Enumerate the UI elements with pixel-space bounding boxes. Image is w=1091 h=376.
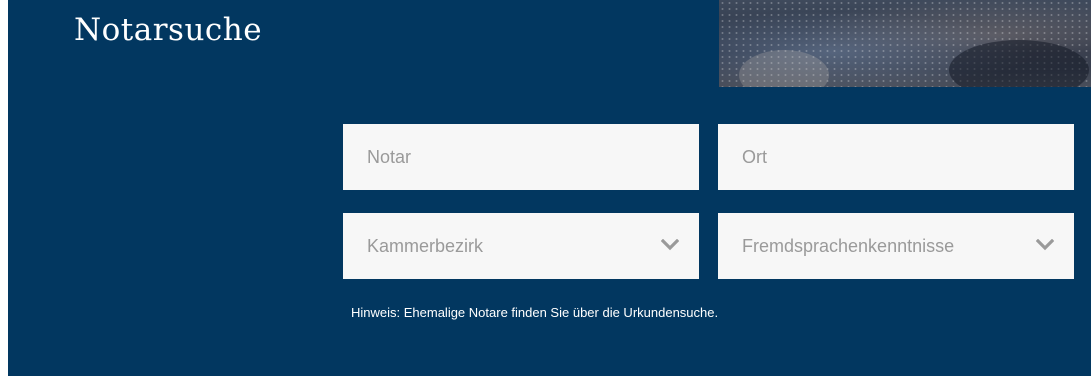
chevron-down-icon: [661, 239, 679, 251]
kammerbezirk-select-value: Kammerbezirk: [367, 236, 484, 256]
chevron-down-icon: [1036, 239, 1054, 251]
hint-text: Hinweis: Ehemalige Notare finden Sie übe…: [351, 305, 719, 320]
notar-input[interactable]: [343, 124, 699, 190]
fremdsprachen-select[interactable]: Fremdsprachenkenntnisse: [718, 213, 1074, 279]
ort-input[interactable]: [718, 124, 1074, 190]
fremdsprachen-select-value: Fremdsprachenkenntnisse: [742, 236, 955, 256]
kammerbezirk-select[interactable]: Kammerbezirk: [343, 213, 699, 279]
page-title: Notarsuche: [74, 12, 263, 48]
header-image: [719, 0, 1091, 87]
search-panel: Notarsuche Kammerbezirk Fremdsprachenken…: [8, 0, 1091, 376]
